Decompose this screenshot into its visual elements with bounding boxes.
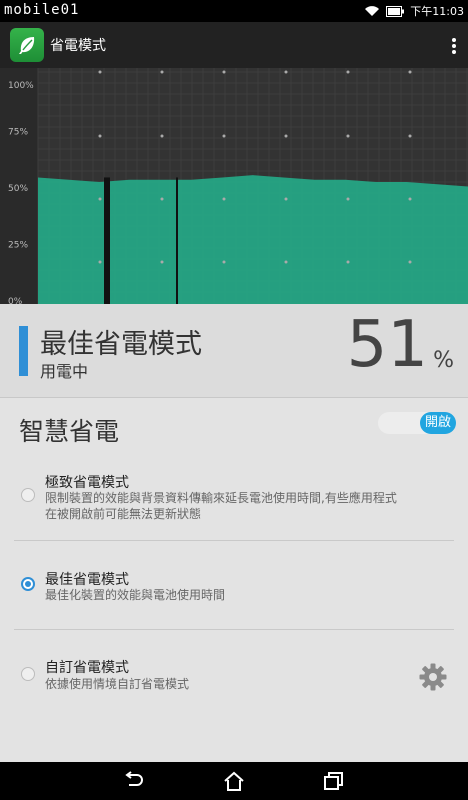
y-tick-label: 0% [8,297,23,304]
battery-percent: 51 [346,308,428,382]
option-title: 自訂省電模式 [45,660,129,676]
y-tick-label: 50% [8,184,28,194]
grid-dot [98,70,102,74]
app-bar: 省電模式 [0,22,468,68]
gap-bar [104,177,110,304]
grid-dot [222,260,226,264]
radio-ultra-saving[interactable] [21,488,35,502]
option-custom-saving[interactable]: 自訂省電模式 依據使用情境自訂省電模式 [0,630,468,720]
current-mode-panel: 最佳省電模式 用電中 51 % [0,304,468,398]
radio-optimized-saving[interactable] [21,577,35,591]
y-tick-label: 75% [8,128,28,138]
grid-dot [408,260,412,264]
gear-icon[interactable] [418,662,448,692]
option-desc: 最佳化裝置的效能與電池使用時間 [45,588,226,602]
option-desc: 限制裝置的效能與背景資料傳輸來延長電池使用時間,有些應用程式 [45,491,397,505]
app-title: 省電模式 [50,38,106,54]
wifi-icon [365,6,380,16]
grid-dot [160,70,164,74]
current-mode-title: 最佳省電模式 [40,329,202,360]
grid-dot [160,197,164,201]
leaf-icon [10,28,44,62]
battery-chart: 100% 75% 50% 25% 0% [0,68,468,307]
recent-apps-icon[interactable] [322,770,346,792]
grid-dot [284,197,288,201]
grid-dot [284,260,288,264]
toggle-on-label: 開啟 [420,412,456,434]
grid-dot [160,134,164,138]
grid-dot [284,134,288,138]
option-desc: 在被開啟前可能無法更新狀態 [45,507,202,521]
y-tick-label: 25% [8,241,28,251]
battery-area [38,175,468,304]
clock: 下午11:03 [410,5,464,18]
grid-dot [222,70,226,74]
grid-dot [408,70,412,74]
smart-saving-toggle[interactable]: 開啟 [378,412,456,434]
option-desc: 依據使用情境自訂省電模式 [45,677,190,691]
navigation-bar [0,762,468,800]
grid-dot [346,134,350,138]
option-ultra-saving[interactable]: 極致省電模式 限制裝置的效能與背景資料傳輸來延長電池使用時間,有些應用程式 在被… [0,456,468,540]
y-tick-label: 100% [8,81,34,91]
option-title: 極致省電模式 [45,475,129,491]
grid-dot [222,134,226,138]
mode-accent-bar [19,326,28,376]
status-icons: 下午11:03 [364,3,464,19]
home-icon[interactable] [222,770,246,792]
grid-dot [98,260,102,264]
status-bar: mobile01 下午11:03 [0,0,468,22]
current-mode-status: 用電中 [40,362,89,381]
grid-dot [284,70,288,74]
gap-bar [176,177,178,304]
grid-dot [98,197,102,201]
grid-dot [408,197,412,201]
option-title: 最佳省電模式 [45,572,129,588]
smart-saving-row: 智慧省電 開啟 [0,398,468,456]
radio-custom-saving[interactable] [21,667,35,681]
grid-dot [346,260,350,264]
back-icon[interactable] [122,770,146,792]
grid-dot [222,197,226,201]
grid-dot [98,134,102,138]
watermark-logo: mobile01 [4,2,80,18]
option-optimized-saving[interactable]: 最佳省電模式 最佳化裝置的效能與電池使用時間 [0,541,468,629]
grid-dot [160,260,164,264]
percent-sign: % [433,348,454,373]
battery-icon [386,5,405,17]
grid-dot [346,70,350,74]
grid-dot [346,197,350,201]
smart-saving-label: 智慧省電 [19,417,120,446]
battery-chart-svg: 100% 75% 50% 25% 0% [8,68,468,307]
grid-dot [408,134,412,138]
overflow-menu-icon[interactable] [452,36,458,56]
